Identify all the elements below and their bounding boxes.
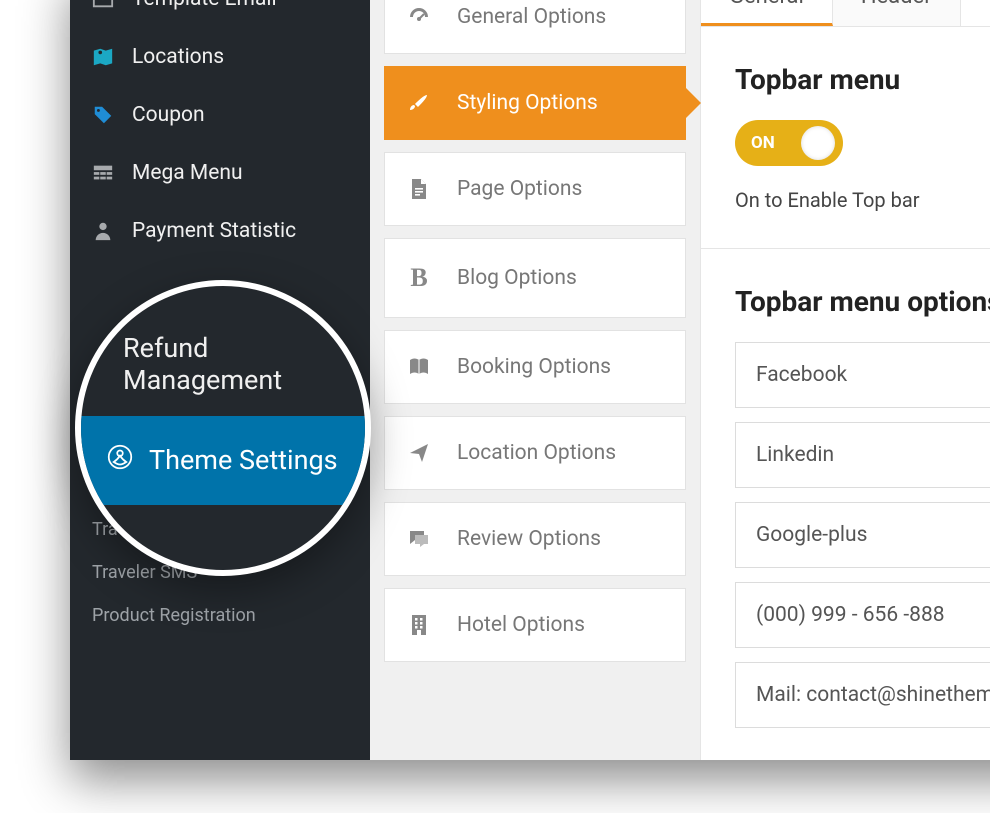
submenu-item-product-registration[interactable]: Product Registration	[70, 594, 370, 637]
option-page[interactable]: Page Options	[384, 152, 686, 226]
topbar-option-row[interactable]: Linkedin	[735, 422, 990, 488]
map-icon	[90, 46, 116, 68]
sidebar-item-label: Locations	[132, 45, 224, 69]
option-label: Page Options	[457, 177, 582, 201]
option-label: Location Options	[457, 441, 616, 465]
option-general[interactable]: General Options	[384, 0, 686, 54]
topbar-option-row[interactable]: Mail: contact@shinetheme.com	[735, 662, 990, 728]
topbar-title: Topbar menu	[735, 63, 990, 96]
envelope-icon	[90, 0, 116, 10]
sidebar-item-label: Payment Statistic	[132, 219, 296, 243]
brush-icon	[405, 91, 433, 115]
option-review[interactable]: Review Options	[384, 502, 686, 576]
panel-tabs: General Header	[701, 0, 990, 27]
sidebar-item-mega-menu[interactable]: Mega Menu	[70, 144, 370, 202]
option-hotel[interactable]: Hotel Options	[384, 588, 686, 662]
magnifier-callout: Refund Management Theme Settings	[75, 280, 371, 576]
sidebar-item-label: Coupon	[132, 103, 205, 127]
panel-body: Topbar menu ON On to Enable Top bar Topb…	[701, 27, 990, 752]
option-label: Blog Options	[457, 266, 577, 290]
gauge-icon	[405, 5, 433, 29]
option-blog[interactable]: B Blog Options	[384, 238, 686, 318]
settings-panel: General Header Topbar menu ON On to Enab…	[700, 0, 990, 760]
option-label: Hotel Options	[457, 613, 585, 637]
topbar-option-row[interactable]: Google-plus	[735, 502, 990, 568]
magnifier-label: Refund Management	[123, 332, 337, 396]
sidebar-item-payment-statistic[interactable]: Payment Statistic	[70, 202, 370, 260]
building-icon	[405, 613, 433, 637]
sidebar-item-locations[interactable]: Locations	[70, 28, 370, 86]
tag-icon	[90, 104, 116, 126]
bold-icon: B	[405, 263, 433, 293]
topbar-toggle[interactable]: ON	[735, 120, 843, 166]
topbar-option-row[interactable]: Facebook	[735, 342, 990, 408]
topbar-option-row[interactable]: (000) 999 - 656 -888	[735, 582, 990, 648]
option-booking[interactable]: Booking Options	[384, 330, 686, 404]
option-label: Booking Options	[457, 355, 611, 379]
comments-icon	[405, 527, 433, 551]
option-label: General Options	[457, 5, 606, 29]
grid-icon	[90, 162, 116, 184]
options-column: General Options Styling Options Page Opt…	[370, 0, 700, 760]
magnifier-label: Theme Settings	[149, 444, 338, 476]
topbar-options-title: Topbar menu options	[735, 285, 990, 318]
magnifier-row-theme-settings[interactable]: Theme Settings	[81, 416, 365, 505]
page-icon	[405, 177, 433, 201]
person-icon	[90, 220, 116, 242]
book-icon	[405, 355, 433, 379]
tab-general[interactable]: General	[701, 0, 833, 26]
option-location[interactable]: Location Options	[384, 416, 686, 490]
tab-header[interactable]: Header	[833, 0, 961, 26]
arrow-icon	[405, 441, 433, 465]
toggle-knob	[801, 126, 835, 160]
sidebar-item-label: Mega Menu	[132, 161, 243, 185]
sidebar-item-label: Template Email	[132, 0, 277, 11]
option-label: Review Options	[457, 527, 601, 551]
option-label: Styling Options	[457, 91, 598, 115]
topbar-description: On to Enable Top bar	[735, 188, 990, 212]
magnifier-row-refund[interactable]: Refund Management	[81, 312, 365, 416]
theme-settings-icon	[105, 442, 135, 479]
sidebar-item-template-email[interactable]: Template Email	[70, 0, 370, 28]
option-styling[interactable]: Styling Options	[384, 66, 686, 140]
sidebar-item-coupon[interactable]: Coupon	[70, 86, 370, 144]
toggle-label: ON	[751, 133, 775, 153]
